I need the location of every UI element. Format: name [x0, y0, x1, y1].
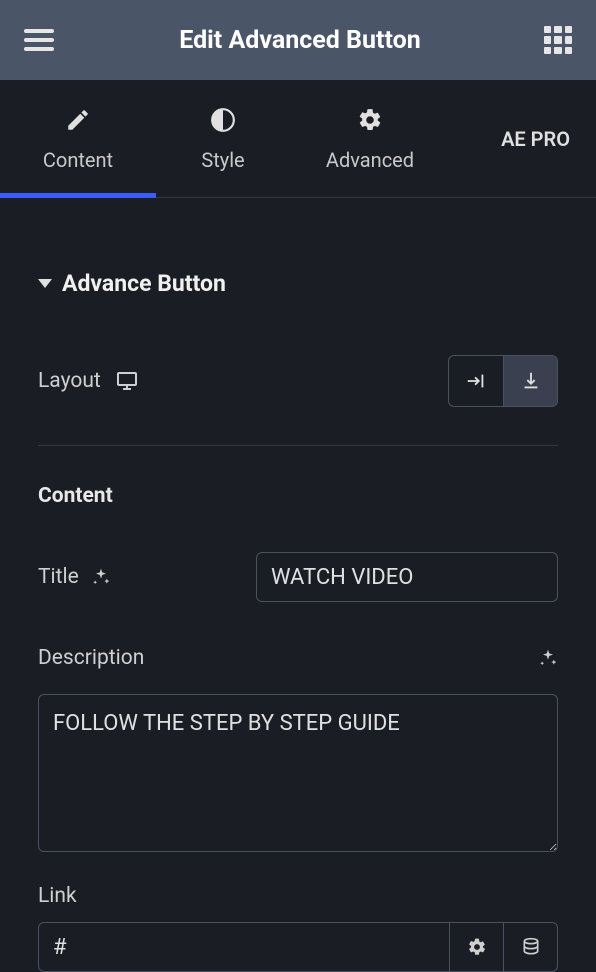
desktop-icon[interactable]	[115, 369, 139, 393]
description-input[interactable]	[38, 694, 558, 852]
link-input[interactable]	[39, 923, 449, 971]
tab-label: Style	[201, 148, 244, 172]
section-title: Advance Button	[62, 270, 226, 297]
pencil-icon	[64, 106, 92, 134]
link-input-group	[38, 922, 558, 972]
control-layout: Layout	[38, 327, 558, 435]
title-label-group: Title	[38, 565, 111, 589]
sparkle-icon[interactable]	[538, 648, 558, 668]
arrow-down-to-line-icon	[520, 370, 542, 392]
gear-icon	[467, 937, 487, 957]
description-wrap	[38, 680, 558, 856]
tab-label: Content	[43, 148, 113, 172]
field-label-text: Description	[38, 646, 144, 670]
half-circle-icon	[209, 106, 237, 134]
caret-down-icon	[38, 279, 52, 288]
title-input[interactable]	[256, 552, 558, 602]
layout-label-group: Layout	[38, 369, 139, 393]
field-title: Title	[38, 538, 558, 616]
panel-body: Advance Button Layout Content Tit	[0, 198, 596, 972]
apps-button[interactable]	[544, 26, 572, 54]
field-label-text: Link	[38, 856, 558, 922]
gear-icon	[356, 106, 384, 134]
tab-advanced[interactable]: Advanced	[290, 80, 450, 197]
sparkle-icon[interactable]	[91, 567, 111, 587]
tab-label: Advanced	[326, 148, 414, 172]
content-subheading: Content	[38, 446, 558, 538]
layout-vertical-button[interactable]	[503, 356, 557, 406]
tab-bar: Content Style Advanced AE PRO	[0, 80, 596, 198]
layout-toggle-group	[448, 355, 558, 407]
field-label-text: Title	[38, 565, 79, 589]
dynamic-tags-button[interactable]	[503, 923, 557, 971]
section-toggle-advance-button[interactable]: Advance Button	[38, 198, 558, 327]
database-icon	[521, 937, 541, 957]
editor-header: Edit Advanced Button	[0, 0, 596, 80]
tab-style[interactable]: Style	[156, 80, 290, 197]
layout-horizontal-button[interactable]	[449, 356, 503, 406]
arrow-right-to-line-icon	[465, 370, 487, 392]
tab-label: AE PRO	[501, 127, 570, 151]
link-options-button[interactable]	[449, 923, 503, 971]
menu-button[interactable]	[24, 24, 56, 56]
tab-aepro[interactable]: AE PRO	[501, 80, 596, 197]
field-description-header: Description	[38, 616, 558, 680]
header-title: Edit Advanced Button	[179, 26, 420, 55]
tab-content[interactable]: Content	[0, 80, 156, 197]
control-label-text: Layout	[38, 369, 101, 393]
